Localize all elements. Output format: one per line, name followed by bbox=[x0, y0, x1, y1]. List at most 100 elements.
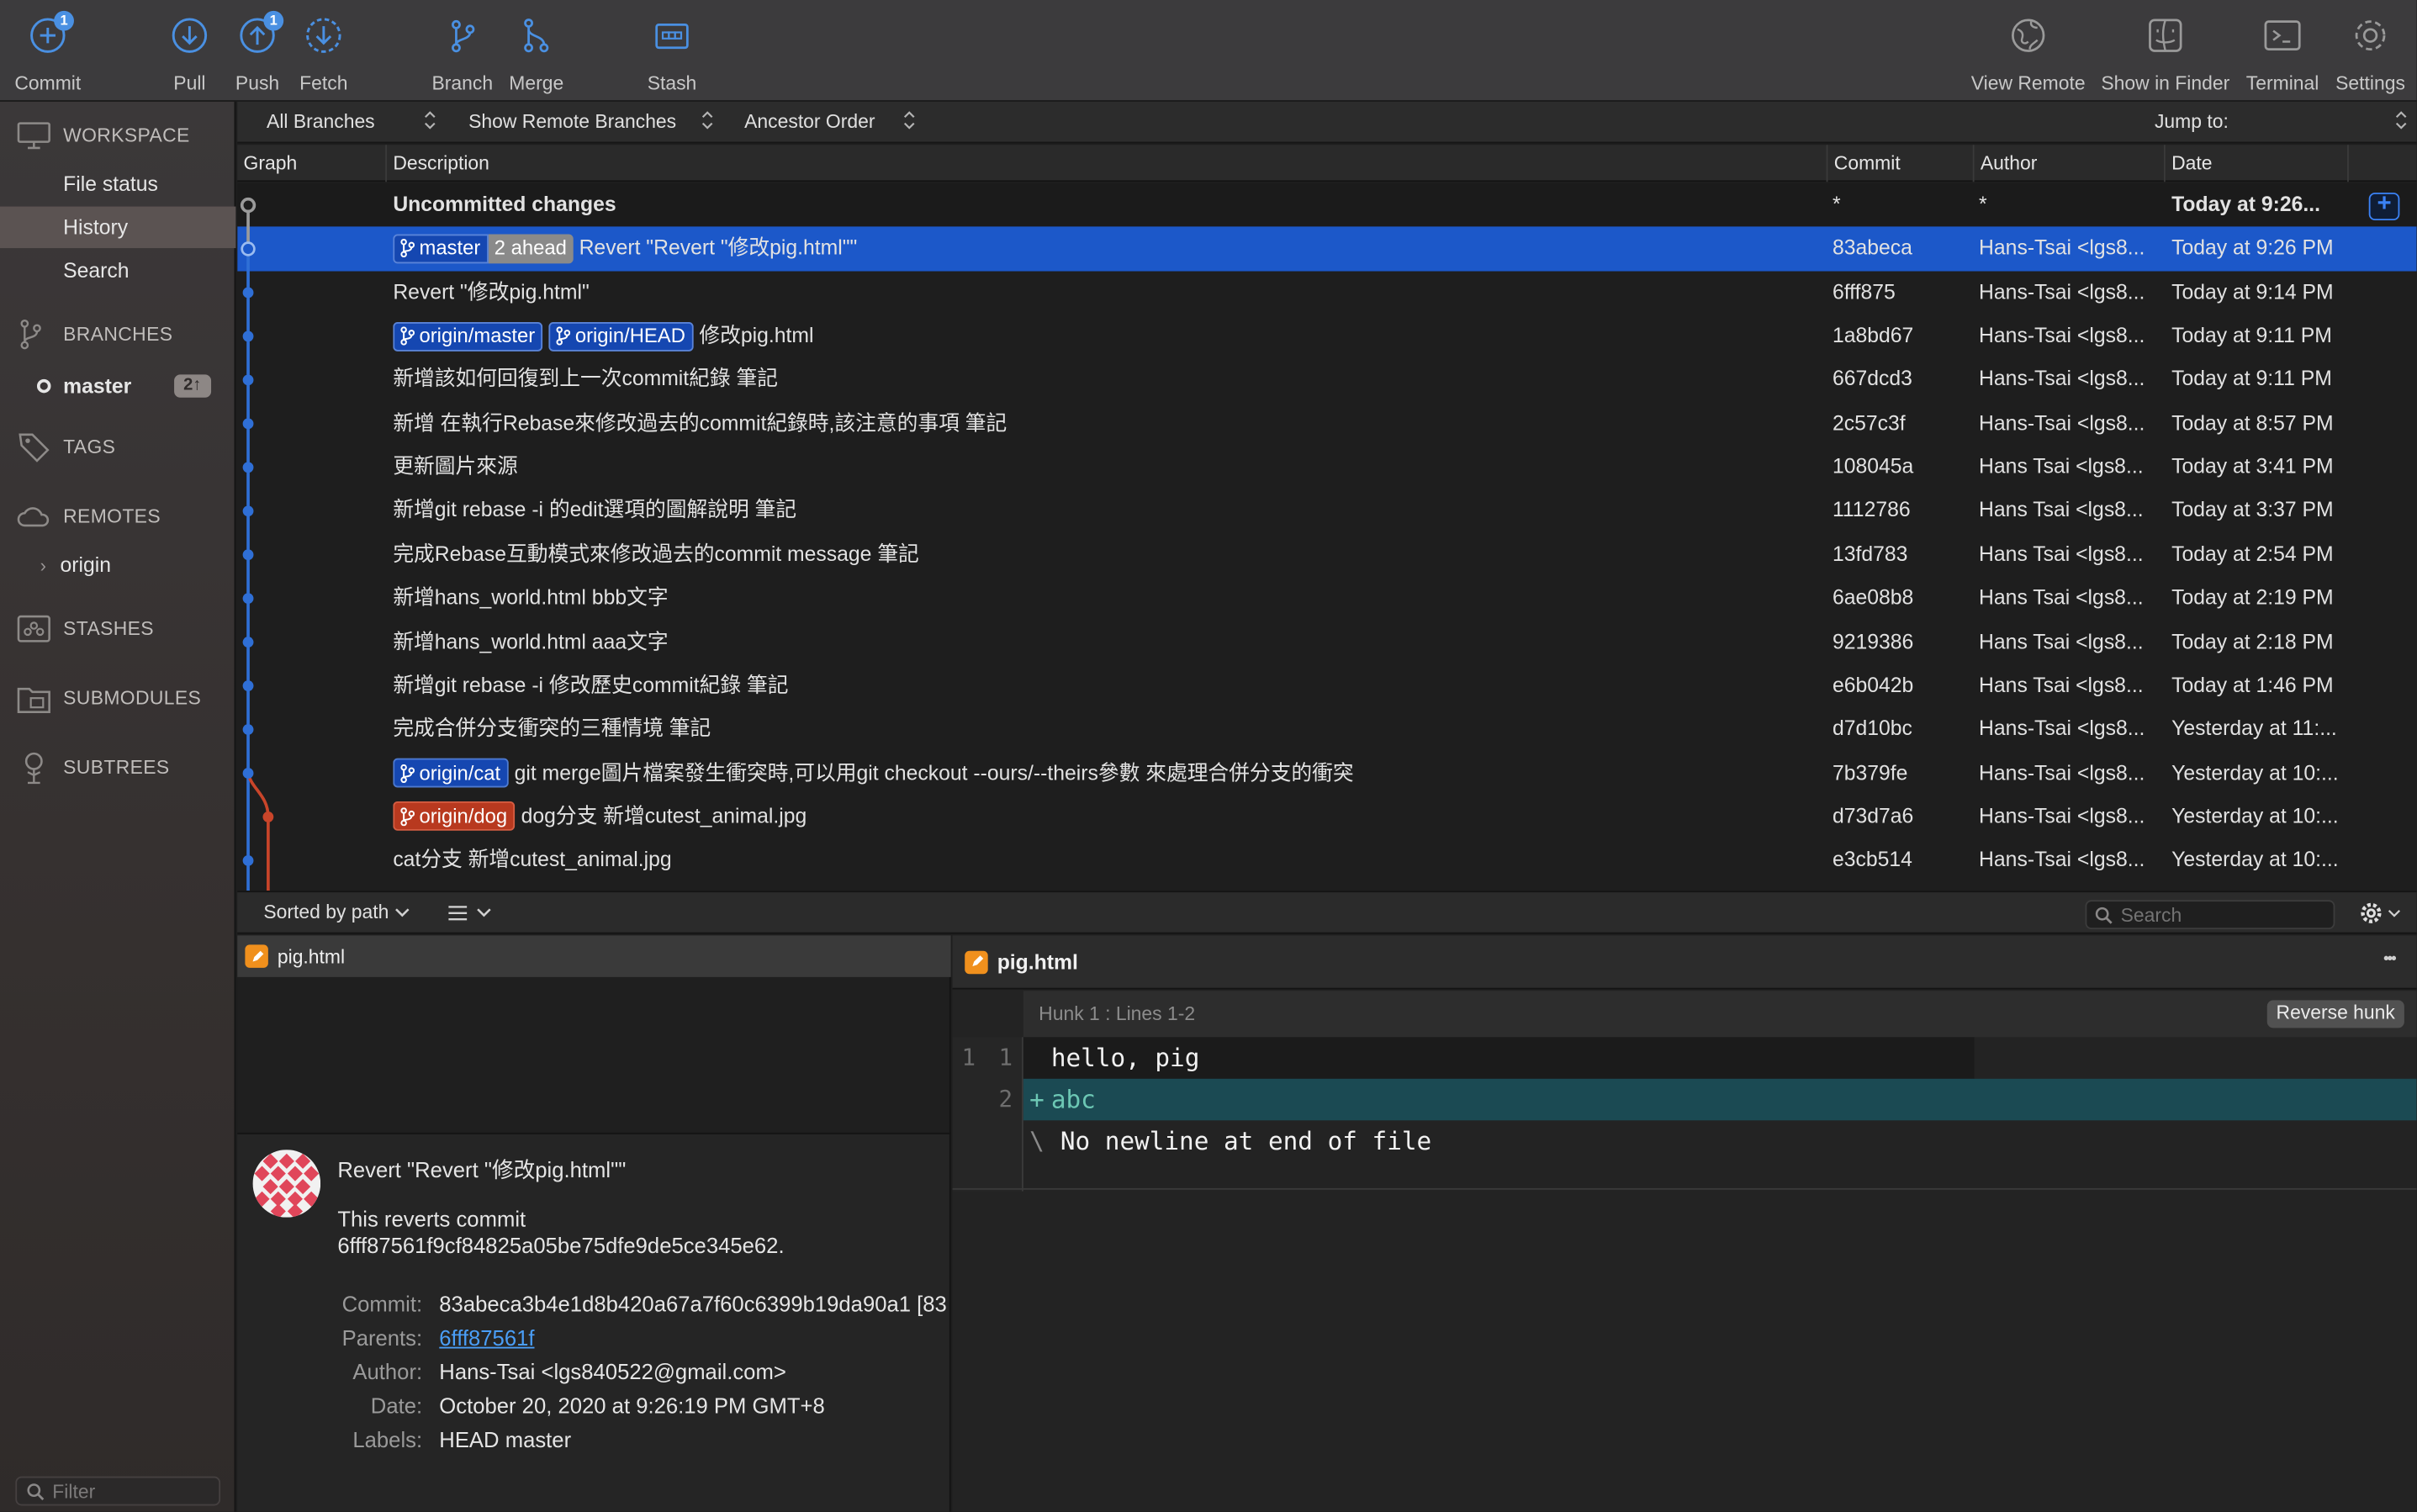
sidebar-section-workspace[interactable]: WORKSPACE bbox=[0, 114, 235, 157]
settings-button[interactable]: Settings bbox=[2332, 15, 2409, 94]
terminal-label: Terminal bbox=[2245, 72, 2319, 94]
merge-button[interactable]: Merge bbox=[505, 15, 567, 94]
column-graph[interactable]: Graph bbox=[237, 145, 387, 182]
modified-pencil-icon bbox=[965, 949, 988, 974]
diff-line-prefix: \ bbox=[1029, 1126, 1045, 1156]
file-search-input[interactable]: Search bbox=[2085, 900, 2335, 930]
options-gear-dropdown[interactable] bbox=[2360, 901, 2401, 924]
commit-row[interactable]: 新增git rebase -i 修改歷史commit紀錄 筆記 e6b042b Ha… bbox=[237, 664, 2416, 708]
terminal-icon bbox=[2262, 15, 2303, 56]
sort-dropdown[interactable]: Sorted by path bbox=[263, 901, 410, 923]
column-author[interactable]: Author bbox=[1975, 145, 2166, 182]
commit-date: Yesterday at 10:... bbox=[2171, 804, 2339, 827]
parents-label: Parents: bbox=[341, 1325, 423, 1351]
commit-row[interactable]: origin/cat git merge圖片檔案發生衝突時,可以用git chec… bbox=[237, 751, 2416, 795]
sidebar-item-origin[interactable]: › origin bbox=[0, 544, 235, 585]
reverse-hunk-button[interactable]: Reverse hunk bbox=[2266, 1000, 2404, 1028]
remote-branches-dropdown[interactable]: Show Remote Branches bbox=[468, 111, 676, 133]
sidebar-section-submodules[interactable]: SUBMODULES bbox=[0, 677, 235, 720]
add-commit-plus-icon[interactable]: + bbox=[2368, 192, 2400, 221]
commit-description: origin/dog dog分支 新增cutest_animal.jpg bbox=[393, 795, 1826, 838]
sidebar: WORKSPACE File status History Search BRA… bbox=[0, 101, 236, 1512]
stash-button[interactable]: Stash bbox=[643, 15, 701, 94]
fetch-button[interactable]: Fetch bbox=[294, 15, 353, 94]
commit-button[interactable]: 1 Commit bbox=[13, 10, 82, 94]
column-date[interactable]: Date bbox=[2166, 145, 2349, 182]
commit-body-line2: 6fff87561f9cf84825a05be75dfe9de5ce345e62… bbox=[337, 1233, 785, 1258]
branch-label-name: origin/cat bbox=[419, 760, 501, 784]
commit-description: cat分支 新增cutest_animal.jpg bbox=[393, 838, 1826, 881]
pull-button[interactable]: Pull bbox=[163, 15, 215, 94]
show-in-finder-button[interactable]: Show in Finder bbox=[2099, 15, 2232, 94]
commit-message: git merge圖片檔案發生衝突時,可以用git checkout --our… bbox=[514, 760, 1354, 784]
sidebar-item-history[interactable]: History bbox=[0, 206, 236, 249]
sidebar-section-stashes[interactable]: STASHES bbox=[0, 607, 235, 650]
view-remote-button[interactable]: View Remote bbox=[1970, 15, 2086, 94]
diff-line-context[interactable]: hello, pig bbox=[1023, 1037, 1975, 1079]
column-description[interactable]: Description bbox=[387, 145, 1828, 182]
commit-author: Hans-Tsai <lgs8... bbox=[1979, 848, 2145, 871]
commit-row[interactable]: 新增 在執行Rebase來修改過去的commit紀錄時,該注意的事項 筆記 2c5… bbox=[237, 402, 2416, 446]
branches-dropdown[interactable]: All Branches bbox=[267, 111, 375, 133]
commit-row[interactable]: origin/dog dog分支 新增cutest_animal.jpg d73d7… bbox=[237, 795, 2416, 838]
commit-row[interactable]: 新增該如何回復到上一次commit紀錄 筆記 667dcd3 Hans-Tsai <… bbox=[237, 358, 2416, 402]
submodule-icon bbox=[17, 683, 57, 714]
chevron-down-icon bbox=[477, 908, 491, 917]
new-line-number: 2 bbox=[998, 1085, 1013, 1113]
commit-date: Today at 9:26 PM bbox=[2171, 236, 2334, 260]
sidebar-item-search[interactable]: Search bbox=[0, 250, 235, 291]
commit-badge: 1 bbox=[54, 10, 74, 31]
sidebar-item-file-status[interactable]: File status bbox=[0, 163, 235, 204]
column-commit[interactable]: Commit bbox=[1827, 145, 1975, 182]
commit-details: Revert "Revert "修改pig.html"" This revert… bbox=[237, 1132, 951, 1512]
commit-row[interactable]: origin/master origin/HEAD 修改pig.html 1a8bd6… bbox=[237, 315, 2416, 358]
commit-row[interactable]: 更新圖片來源 108045a Hans Tsai <lgs8... Today at … bbox=[237, 446, 2416, 489]
diff-line-added[interactable]: + abc bbox=[1023, 1078, 2417, 1121]
commit-author: Hans Tsai <lgs8... bbox=[1979, 498, 2144, 522]
commit-row[interactable]: 新增hans_world.html bbb文字 6ae08b8 Hans Tsai … bbox=[237, 577, 2416, 621]
sidebar-section-branches[interactable]: BRANCHES bbox=[0, 313, 235, 356]
commit-hash: 6ae08b8 bbox=[1832, 585, 1914, 610]
commit-description: 新增git rebase -i 的edit選項的圖解說明 筆記 bbox=[393, 489, 1826, 532]
commit-author: Hans Tsai <lgs8... bbox=[1979, 454, 2144, 478]
branch-label-tag[interactable]: origin/master bbox=[393, 321, 543, 352]
commit-row[interactable]: 新增git rebase -i 的edit選項的圖解說明 筆記 1112786 Ha… bbox=[237, 489, 2416, 533]
commit-date: Today at 1:46 PM bbox=[2171, 673, 2334, 697]
sidebar-item-master[interactable]: master 2↑ bbox=[0, 365, 235, 406]
jump-to-dropdown[interactable]: Jump to: bbox=[2155, 111, 2229, 133]
more-options-button[interactable]: ••• bbox=[2383, 951, 2396, 968]
file-row[interactable]: pig.html bbox=[237, 935, 951, 977]
commit-row[interactable]: cat分支 新增cutest_animal.jpg e3cb514 Hans-Tsa… bbox=[237, 838, 2416, 882]
uncommitted-changes-row[interactable]: Uncommitted changes * * Today at 9:26... + bbox=[237, 183, 2417, 228]
terminal-button[interactable]: Terminal bbox=[2242, 15, 2322, 94]
branch-label-tag[interactable]: origin/dog bbox=[393, 801, 516, 832]
commit-row[interactable]: Revert "修改pig.html" 6fff875 Hans-Tsai <lgs… bbox=[237, 271, 2416, 315]
branch-label-tag[interactable]: master bbox=[393, 234, 489, 264]
view-mode-dropdown[interactable] bbox=[448, 905, 491, 922]
author-label: Author: bbox=[352, 1359, 423, 1384]
push-button[interactable]: 1 Push bbox=[231, 10, 284, 94]
tag-icon bbox=[17, 431, 57, 463]
branch-label-tag[interactable]: origin/cat bbox=[393, 758, 509, 788]
commit-hash: e6b042b bbox=[1832, 673, 1914, 697]
sidebar-section-remotes[interactable]: REMOTES bbox=[0, 494, 235, 537]
sidebar-section-subtrees[interactable]: SUBTREES bbox=[0, 746, 235, 789]
commit-row[interactable]: 完成合併分支衝突的三種情境 筆記 d7d10bc Hans-Tsai <lgs8..… bbox=[237, 708, 2416, 752]
branch-label-name: origin/HEAD bbox=[574, 323, 685, 347]
order-dropdown[interactable]: Ancestor Order bbox=[744, 111, 875, 133]
file-status-label: File status bbox=[63, 172, 158, 196]
commit-date: Yesterday at 11:... bbox=[2171, 716, 2337, 740]
remotes-label: REMOTES bbox=[63, 505, 161, 527]
commit-description: 新增該如何回復到上一次commit紀錄 筆記 bbox=[393, 358, 1826, 401]
sidebar-filter-input[interactable]: Filter bbox=[15, 1476, 221, 1506]
diff-line-note[interactable]: \ No newline at end of file bbox=[1023, 1120, 2417, 1161]
branch-button[interactable]: Branch bbox=[430, 15, 495, 94]
branch-label-tag[interactable]: origin/HEAD bbox=[548, 321, 694, 352]
commit-message: cat分支 新增cutest_animal.jpg bbox=[393, 848, 672, 871]
commit-row[interactable]: 新增hans_world.html aaa文字 9219386 Hans Tsai … bbox=[237, 621, 2416, 664]
commit-row[interactable]: master 2 ahead Revert "Revert "修改pig.html"… bbox=[237, 227, 2417, 271]
commit-row[interactable]: 完成Rebase互動模式來修改過去的commit message 筆記 13fd7… bbox=[237, 533, 2416, 577]
sidebar-section-tags[interactable]: TAGS bbox=[0, 426, 235, 468]
commit-hash: 9219386 bbox=[1832, 629, 1914, 653]
parent-commit-link[interactable]: 6fff87561f bbox=[439, 1325, 534, 1350]
